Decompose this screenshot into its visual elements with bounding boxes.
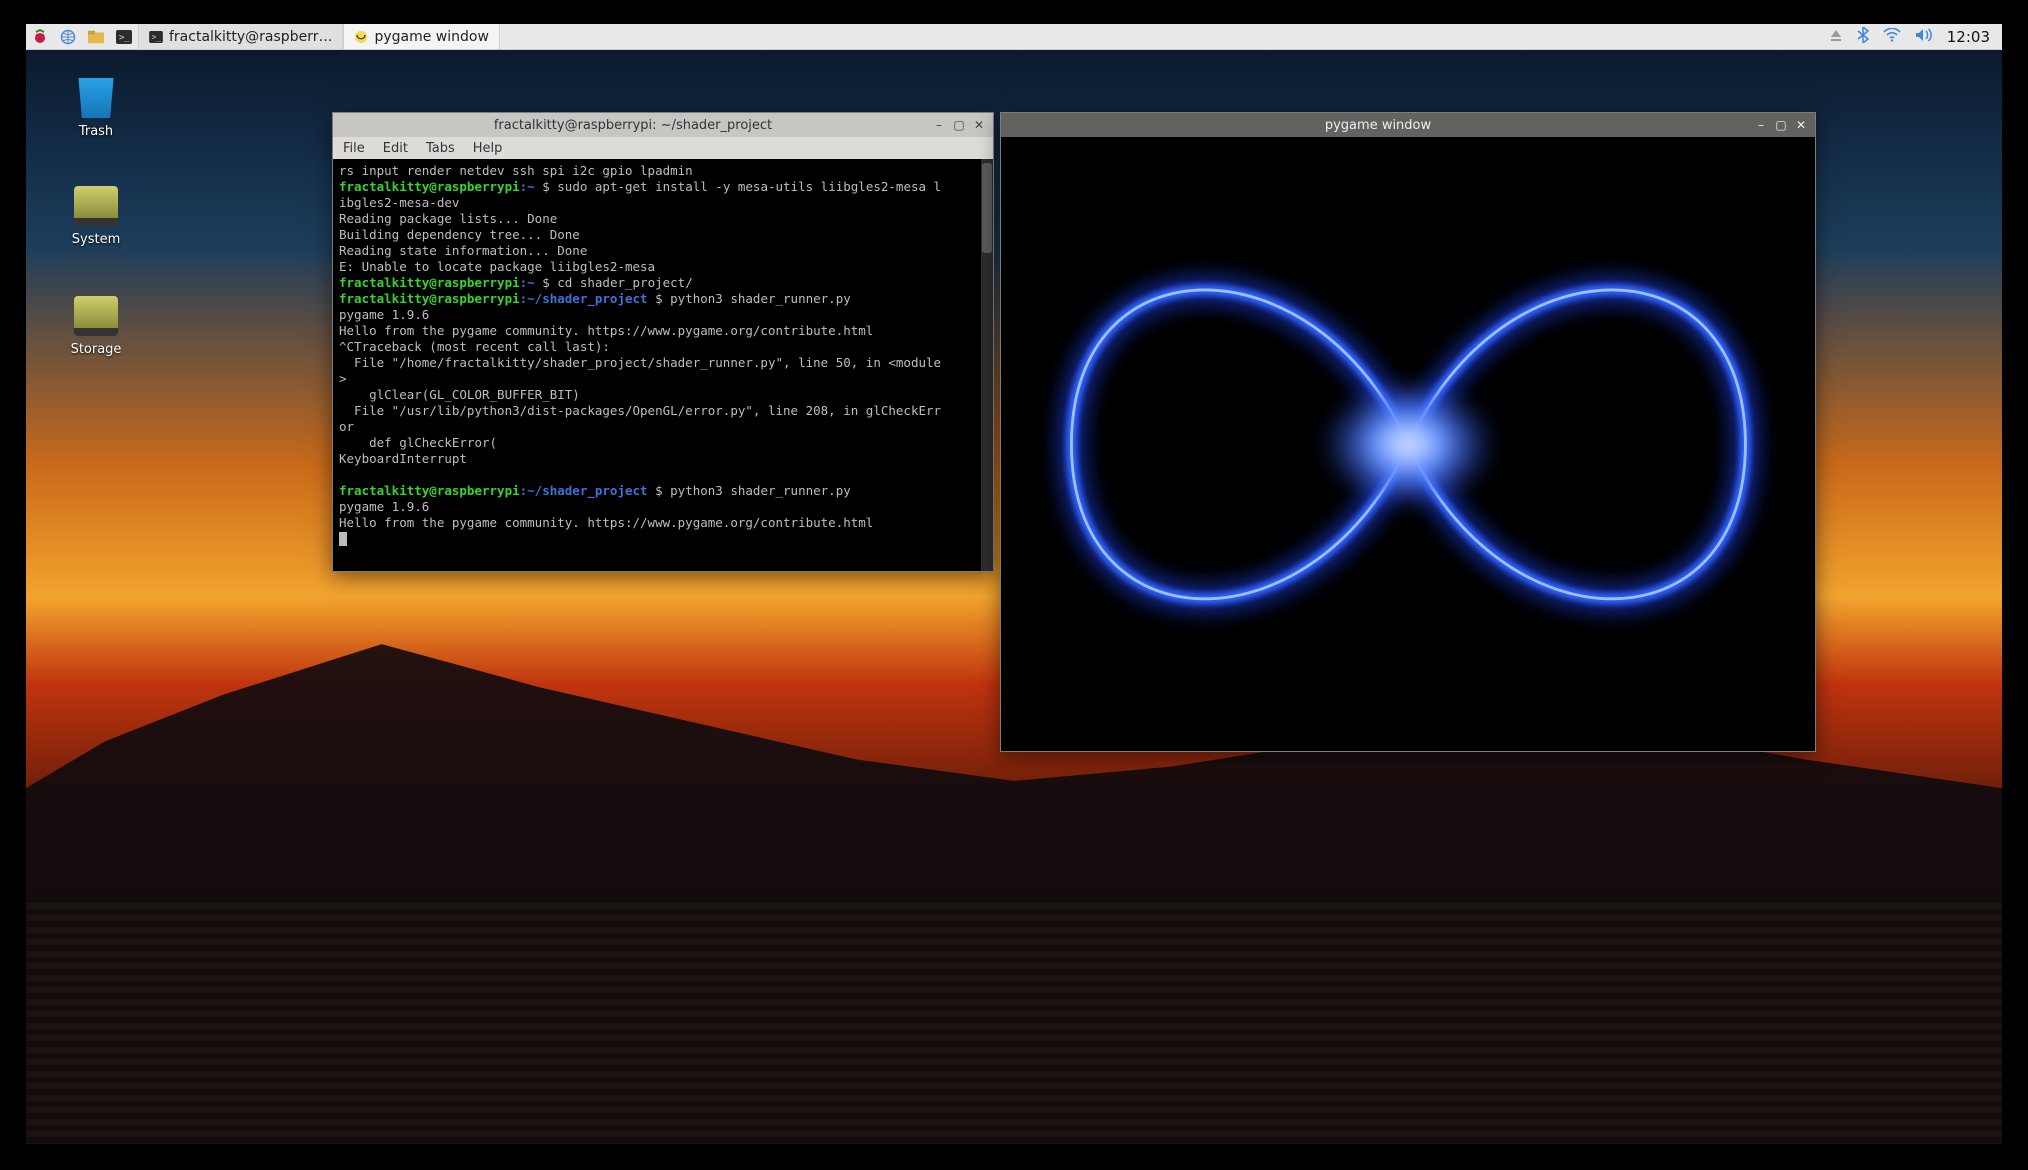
icon-label: System	[72, 232, 120, 247]
maximize-button[interactable]: ▢	[1773, 117, 1789, 133]
minimize-button[interactable]: –	[931, 117, 947, 133]
pygame-icon	[354, 30, 368, 44]
taskbar-task-pygame[interactable]: pygame window	[343, 24, 499, 49]
taskbar-task-terminal[interactable]: >_ fractalkitty@raspberr…	[138, 24, 343, 49]
drive-icon	[74, 186, 118, 226]
svg-text:>_: >_	[119, 33, 130, 43]
terminal-scrollbar[interactable]	[981, 159, 993, 571]
pygame-canvas	[1001, 137, 1815, 751]
eject-icon[interactable]	[1829, 28, 1843, 46]
trash-icon	[74, 78, 118, 118]
scrollbar-thumb[interactable]	[982, 163, 992, 253]
wifi-icon[interactable]	[1883, 28, 1901, 46]
icon-label: Trash	[79, 124, 113, 139]
desktop-icon-system[interactable]: System	[52, 186, 140, 247]
clock[interactable]: 12:03	[1947, 28, 1990, 46]
terminal-output[interactable]: rs input render netdev ssh spi i2c gpio …	[333, 159, 993, 571]
menu-edit[interactable]: Edit	[383, 141, 408, 156]
taskbar: >_ >_ fractalkitty@raspberr… pygame wind…	[26, 24, 2002, 50]
terminal-cursor	[339, 532, 347, 546]
desktop-icon-trash[interactable]: Trash	[52, 78, 140, 139]
icon-label: Storage	[71, 342, 122, 357]
close-button[interactable]: ✕	[971, 117, 987, 133]
pygame-window: pygame window – ▢ ✕	[1000, 112, 1816, 752]
maximize-button[interactable]: ▢	[951, 117, 967, 133]
menu-raspberry-icon[interactable]	[26, 24, 54, 49]
window-title: fractalkitty@raspberrypi: ~/shader_proje…	[339, 118, 927, 133]
system-tray: 12:03	[1829, 27, 2002, 47]
terminal-titlebar[interactable]: fractalkitty@raspberrypi: ~/shader_proje…	[333, 113, 993, 137]
infinity-shader-graphic	[1034, 201, 1783, 688]
task-label: fractalkitty@raspberr…	[169, 29, 332, 45]
menu-file[interactable]: File	[343, 141, 365, 156]
minimize-button[interactable]: –	[1753, 117, 1769, 133]
window-title: pygame window	[1007, 118, 1749, 133]
svg-text:>_: >_	[152, 32, 162, 41]
desktop-icon-storage[interactable]: Storage	[52, 296, 140, 357]
terminal-window: fractalkitty@raspberrypi: ~/shader_proje…	[332, 112, 994, 572]
menu-tabs[interactable]: Tabs	[426, 141, 455, 156]
browser-icon[interactable]	[54, 24, 82, 49]
terminal-launcher-icon[interactable]: >_	[110, 24, 138, 49]
terminal-icon: >_	[149, 31, 163, 43]
wallpaper-water	[26, 903, 2002, 1144]
terminal-menubar: File Edit Tabs Help	[333, 137, 993, 159]
task-label: pygame window	[374, 29, 488, 45]
pygame-titlebar[interactable]: pygame window – ▢ ✕	[1001, 113, 1815, 137]
menu-help[interactable]: Help	[473, 141, 503, 156]
drive-icon	[74, 296, 118, 336]
file-manager-icon[interactable]	[82, 24, 110, 49]
volume-icon[interactable]	[1915, 28, 1933, 46]
close-button[interactable]: ✕	[1793, 117, 1809, 133]
bluetooth-icon[interactable]	[1857, 27, 1869, 47]
